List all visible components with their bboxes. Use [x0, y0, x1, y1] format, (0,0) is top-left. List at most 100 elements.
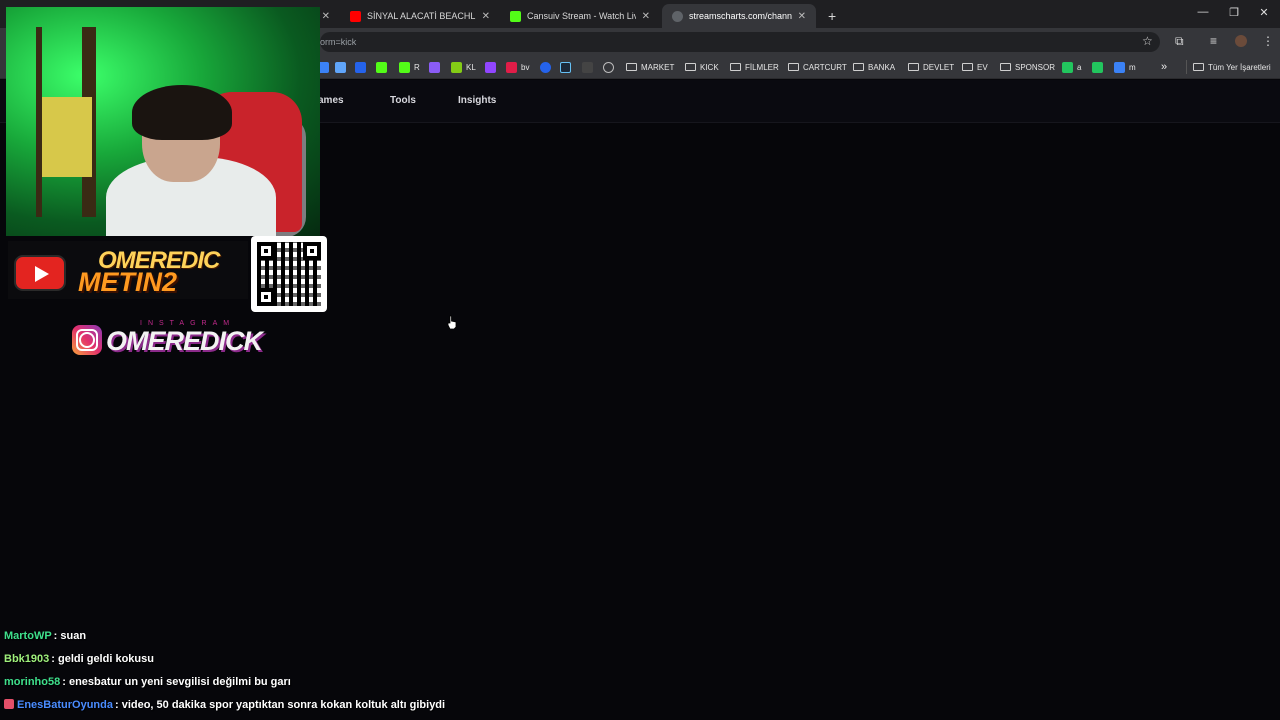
address-bar[interactable]: orm=kick: [320, 32, 1160, 52]
bookmark-folder-label: EV: [977, 62, 988, 72]
folder-icon: [730, 63, 741, 71]
qr-finder: [257, 288, 275, 306]
restore-button[interactable]: ❐: [1224, 6, 1244, 19]
bookmarks-overflow-button[interactable]: »: [1161, 60, 1167, 74]
folder-icon: [685, 63, 696, 71]
bookmark-label: m: [1129, 62, 1136, 72]
bookmark-folder-label: DEVLET: [923, 62, 955, 72]
chat-badge-icon: [4, 699, 14, 709]
minimize-button[interactable]: —: [1193, 6, 1213, 18]
chat-username: EnesBaturOyunda: [17, 699, 113, 711]
folder-icon: [908, 63, 919, 71]
chat-message: morinho58: enesbatur un yeni sevgilisi d…: [4, 676, 291, 688]
kick-icon: [399, 61, 410, 73]
chat-text: enesbatur un yeni sevgilisi değilmi bu g…: [68, 676, 291, 688]
bookmark-item[interactable]: [560, 60, 575, 74]
bookmark-item[interactable]: [1092, 60, 1107, 74]
nav-tools[interactable]: Tools: [390, 95, 416, 106]
youtube-logo-icon: [14, 255, 66, 291]
channel-banner: OMEREDIC METIN2: [8, 241, 248, 299]
bookmark-folder[interactable]: CARTCURT: [788, 60, 847, 74]
tab-title: streamscharts.com/channels/o: [689, 11, 792, 21]
bookmark-folder[interactable]: MARKET: [626, 60, 674, 74]
bookmark-folder-label: SPONSOR: [1015, 62, 1056, 72]
bookmark-icon: [1092, 61, 1103, 73]
all-bookmarks-button[interactable]: Tüm Yer İşaretleri: [1186, 60, 1271, 74]
instagram-handle: OMEREDICK: [106, 326, 263, 356]
new-tab-button[interactable]: +: [818, 4, 842, 28]
tab-title: SİNYAL ALACATİ BEACHLERİNDE: [367, 11, 476, 21]
bookmark-item[interactable]: m: [1114, 60, 1136, 74]
extensions-icon[interactable]: ⧉: [1175, 34, 1184, 49]
bookmark-folder[interactable]: FİLMLER: [730, 60, 779, 74]
bookmark-label: bv: [521, 62, 530, 72]
bookmark-star-icon[interactable]: ☆: [1142, 34, 1153, 48]
kick-icon: [510, 10, 521, 22]
bookmark-icon: [335, 61, 346, 73]
person-hair-shape: [132, 85, 232, 140]
youtube-icon: [350, 10, 361, 22]
bookmark-item[interactable]: [540, 60, 555, 74]
double-chevron-icon: »: [1161, 61, 1168, 73]
browser-tab-active[interactable]: streamscharts.com/channels/o ✕: [662, 4, 816, 28]
bookmark-folder[interactable]: BANKA: [853, 60, 895, 74]
chat-message: EnesBaturOyunda: video, 50 dakika spor y…: [4, 699, 445, 717]
banner-subtitle: METIN2: [78, 267, 178, 297]
bookmark-m-icon: [355, 61, 366, 73]
bookmark-item[interactable]: a: [1062, 60, 1081, 74]
bookmark-item[interactable]: [429, 60, 444, 74]
bookmark-item[interactable]: R: [399, 60, 420, 74]
qr-finder: [303, 242, 321, 260]
bookmark-item[interactable]: [318, 60, 333, 74]
bookmark-folder[interactable]: EV: [962, 60, 988, 74]
bookmark-item[interactable]: [603, 60, 618, 74]
bookmark-folder[interactable]: SPONSOR: [1000, 60, 1055, 74]
qr-code: [251, 236, 327, 312]
bookmark-folder[interactable]: DEVLET: [908, 60, 954, 74]
chat-text: suan: [60, 630, 87, 642]
bookmark-folder[interactable]: KICK: [685, 60, 719, 74]
instagram-banner: INSTAGRAM OMEREDICK: [70, 320, 270, 360]
bookmark-folder-label: CARTCURT: [803, 62, 847, 72]
plus-icon: +: [828, 8, 837, 24]
kebab-menu-icon[interactable]: ⋮: [1262, 34, 1274, 48]
bookmark-item[interactable]: KL: [451, 60, 476, 74]
nav-insights[interactable]: Insights: [458, 95, 496, 106]
bookmark-folder-label: KICK: [700, 62, 719, 72]
hand-cursor-icon: [447, 315, 457, 329]
media-controls-icon[interactable]: ≡: [1210, 34, 1217, 48]
bookmark-item[interactable]: bv: [506, 60, 529, 74]
chat-username: MartoWP: [4, 630, 52, 642]
twitch-icon: [485, 61, 496, 73]
bookmark-label: a: [1077, 62, 1082, 72]
bookmark-item[interactable]: [582, 60, 597, 74]
bookmark-label: KL: [466, 62, 476, 72]
bookmark-item[interactable]: [485, 60, 500, 74]
tab-title: Cansuiv Stream - Watch Live on: [527, 11, 636, 21]
browser-tab-youtube[interactable]: SİNYAL ALACATİ BEACHLERİNDE ✕: [340, 4, 500, 28]
close-tab-icon[interactable]: ✕: [322, 11, 330, 22]
close-tab-icon[interactable]: ✕: [482, 11, 490, 22]
folder-icon: [962, 63, 973, 71]
folder-icon: [788, 63, 799, 71]
nav-games[interactable]: ames: [318, 95, 344, 106]
url-text: orm=kick: [320, 37, 357, 47]
chat-text: geldi geldi kokusu: [58, 653, 154, 665]
bookmark-icon: [582, 61, 593, 73]
browser-tab-kick[interactable]: Cansuiv Stream - Watch Live on ✕: [500, 4, 660, 28]
canvas-board-shape: [42, 97, 92, 177]
bookmark-item[interactable]: [355, 60, 370, 74]
folder-icon: [1193, 63, 1204, 71]
bookmark-item[interactable]: [376, 60, 391, 74]
close-tab-icon[interactable]: ✕: [798, 11, 806, 22]
kick-icon: [376, 61, 387, 73]
close-window-button[interactable]: ✕: [1254, 6, 1274, 19]
profile-avatar[interactable]: [1235, 35, 1247, 47]
bookmark-item[interactable]: [335, 60, 350, 74]
webcam-feed: [6, 7, 320, 236]
steam-icon: [560, 61, 571, 73]
folder-icon: [853, 63, 864, 71]
close-tab-icon[interactable]: ✕: [642, 11, 650, 22]
chat-message: Bbk1903: geldi geldi kokusu: [4, 653, 154, 665]
chat-username: morinho58: [4, 676, 61, 688]
